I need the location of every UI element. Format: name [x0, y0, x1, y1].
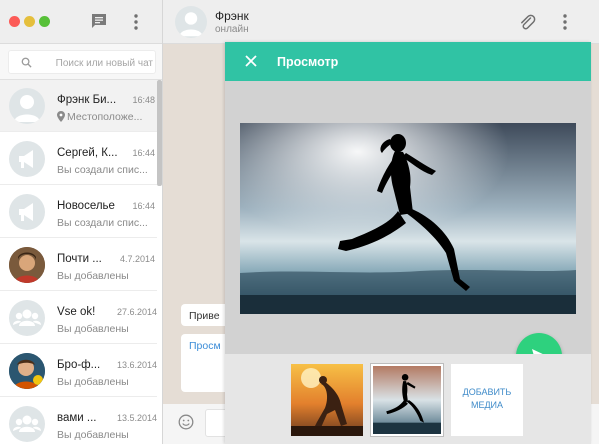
chat-preview: Вы добавлены — [57, 429, 129, 441]
chat-time: 27.6.2014 — [117, 307, 158, 317]
search-icon — [21, 57, 32, 68]
chat-list-item[interactable]: Фрэнк Би... 16:48 Местоположе... — [0, 80, 157, 132]
chat-preview: Вы добавлены — [57, 270, 129, 282]
chat-time: 13.6.2014 — [117, 360, 158, 370]
chat-list-item[interactable]: Vse ok! 27.6.2014 Вы добавлены — [0, 292, 157, 344]
chat-preview: Вы создали спис... — [57, 217, 148, 229]
window-close-button[interactable] — [9, 16, 20, 27]
chat-list: Фрэнк Би... 16:48 Местоположе... Сергей,… — [0, 80, 162, 444]
preview-stage — [225, 81, 591, 354]
chat-name: Сергей, К... — [57, 147, 118, 159]
sidebar: Фрэнк Би... 16:48 Местоположе... Сергей,… — [0, 0, 163, 444]
chat-list-scrollbar[interactable] — [157, 80, 162, 186]
media-preview-panel: Просмотр ДОБАВИТЬ МЕДИА — [225, 42, 591, 444]
person-icon — [9, 88, 45, 124]
window-maximize-button[interactable] — [39, 16, 50, 27]
new-chat-icon[interactable] — [91, 13, 107, 29]
window-minimize-button[interactable] — [24, 16, 35, 27]
chat-time: 16:44 — [132, 148, 155, 158]
chat-name: Vse ok! — [57, 306, 96, 318]
chat-time: 13.5.2014 — [117, 413, 158, 423]
preview-title: Просмотр — [277, 55, 339, 69]
search-input[interactable] — [37, 54, 155, 72]
chat-time: 16:48 — [132, 95, 155, 105]
add-media-button[interactable]: ДОБАВИТЬ МЕДИА — [451, 364, 523, 436]
group-icon — [9, 406, 45, 442]
chat-list-item[interactable]: вами ... 13.5.2014 Вы добавлены — [0, 398, 157, 444]
location-pin-icon — [57, 111, 65, 122]
emoji-icon[interactable] — [178, 414, 194, 430]
chat-preview: Вы добавлены — [57, 376, 129, 388]
thumbnail-strip: ДОБАВИТЬ МЕДИА — [225, 354, 591, 444]
chat-list-item[interactable]: Бро-ф... 13.6.2014 Вы добавлены — [0, 345, 157, 397]
group-icon — [9, 300, 45, 336]
chat-name: Почти ... — [57, 253, 102, 265]
avatar-photo — [9, 247, 45, 283]
menu-dots-icon[interactable] — [131, 13, 141, 31]
menu-dots-icon[interactable] — [560, 13, 570, 31]
contact-avatar[interactable] — [175, 6, 207, 38]
contact-name[interactable]: Фрэнк — [215, 9, 249, 23]
preview-image — [240, 123, 576, 314]
chat-list-item[interactable]: Новоселье 16:44 Вы создали спис... — [0, 186, 157, 238]
chat-time: 4.7.2014 — [119, 254, 155, 264]
chat-preview: Вы создали спис... — [57, 164, 148, 176]
media-thumbnail[interactable] — [291, 364, 363, 436]
megaphone-icon — [9, 194, 45, 230]
megaphone-icon — [9, 141, 45, 177]
contact-status: онлайн — [215, 24, 249, 35]
chat-list-item[interactable]: Почти ... 4.7.2014 Вы добавлены — [0, 239, 157, 291]
media-thumbnail-selected[interactable] — [371, 364, 443, 436]
chat-preview: Местоположе... — [67, 111, 143, 123]
close-icon[interactable] — [244, 54, 258, 68]
add-media-label: ДОБАВИТЬ МЕДИА — [462, 387, 512, 410]
chat-name: Новоселье — [57, 200, 115, 212]
paperclip-icon[interactable] — [518, 13, 536, 31]
chat-header: Фрэнк онлайн — [163, 0, 599, 44]
avatar-photo — [9, 353, 45, 389]
chat-name: Фрэнк Би... — [57, 94, 117, 106]
search-box[interactable] — [8, 50, 156, 74]
chat-name: Бро-ф... — [57, 359, 101, 371]
chat-time: 16:44 — [132, 201, 155, 211]
chat-name: вами ... — [57, 412, 97, 424]
preview-header: Просмотр — [225, 42, 591, 81]
sidebar-header — [0, 0, 162, 44]
chat-list-item[interactable]: Сергей, К... 16:44 Вы создали спис... — [0, 133, 157, 185]
chat-preview: Вы добавлены — [57, 323, 129, 335]
search-bar — [0, 44, 162, 80]
